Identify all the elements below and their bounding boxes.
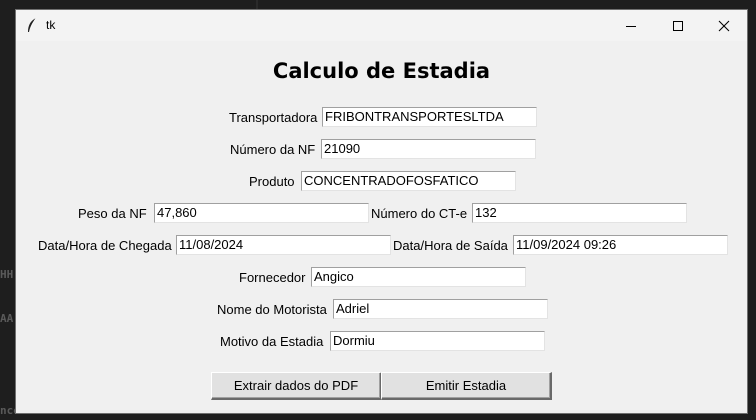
- peso-nf-field[interactable]: 47,860: [154, 203, 369, 223]
- motorista-label: Nome do Motorista: [217, 302, 327, 317]
- feather-icon: [26, 17, 38, 33]
- motorista-field[interactable]: Adriel: [333, 299, 548, 319]
- minimize-button[interactable]: [608, 10, 654, 41]
- chegada-label: Data/Hora de Chegada: [38, 238, 172, 253]
- transportadora-label: Transportadora: [229, 110, 318, 125]
- close-button[interactable]: [701, 10, 747, 41]
- chegada-field[interactable]: 11/08/2024: [176, 235, 391, 255]
- fornecedor-field[interactable]: Angico: [311, 267, 526, 287]
- produto-field[interactable]: CONCENTRADOFOSFATICO: [301, 171, 516, 191]
- numero-cte-label: Número do CT-e: [371, 206, 468, 221]
- page-title: Calculo de Estadia: [272, 59, 491, 83]
- close-icon: [718, 20, 730, 32]
- numero-cte-field[interactable]: 132: [472, 203, 687, 223]
- motivo-field[interactable]: Dormiu: [330, 331, 545, 351]
- minimize-icon: [626, 26, 636, 27]
- peso-nf-label: Peso da NF: [78, 206, 147, 221]
- maximize-button[interactable]: [655, 10, 701, 41]
- transportadora-field[interactable]: FRIBONTRANSPORTESLTDA: [322, 107, 537, 127]
- motivo-label: Motivo da Estadia: [220, 334, 324, 349]
- numero-nf-field[interactable]: 21090: [321, 139, 536, 159]
- background-text: AA: [0, 312, 14, 325]
- numero-nf-label: Número da NF: [230, 142, 316, 157]
- emit-estadia-button[interactable]: Emitir Estadia: [381, 372, 552, 400]
- produto-label: Produto: [249, 174, 295, 189]
- saida-field[interactable]: 11/09/2024 09:26: [513, 235, 728, 255]
- title-bar[interactable]: tk: [16, 10, 747, 41]
- window-title: tk: [46, 18, 56, 32]
- saida-label: Data/Hora de Saída: [393, 238, 508, 253]
- app-window: tk Calculo de Estadia Transportadora FRI…: [15, 9, 748, 414]
- background-divider: [256, 0, 258, 9]
- fornecedor-label: Fornecedor: [239, 270, 306, 285]
- background-text: HH: [0, 268, 14, 281]
- extract-pdf-button[interactable]: Extrair dados do PDF: [211, 372, 382, 400]
- maximize-icon: [673, 21, 683, 31]
